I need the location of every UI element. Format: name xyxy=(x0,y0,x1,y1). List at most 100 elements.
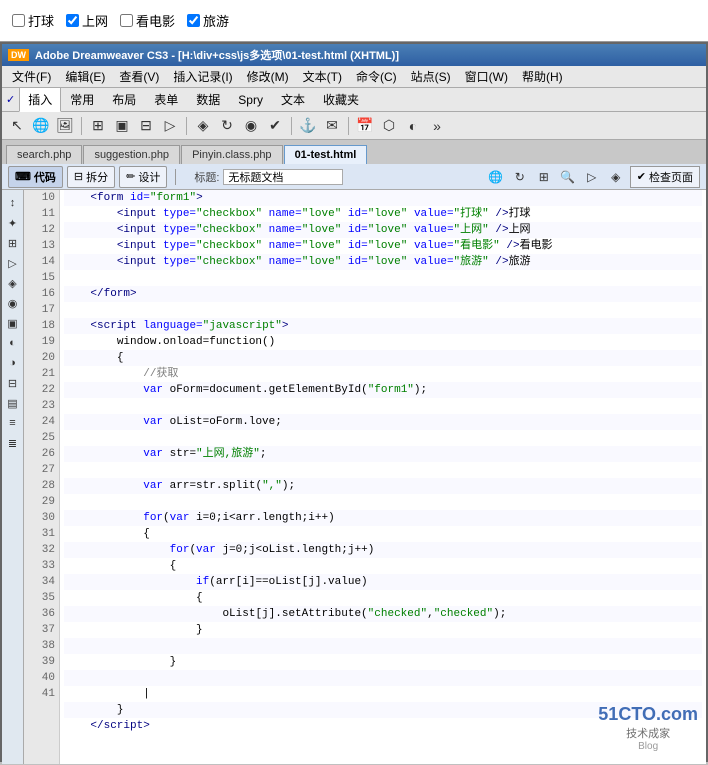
more-icon[interactable]: » xyxy=(426,115,448,137)
dw-logo: DW xyxy=(8,49,29,61)
checkbox-lvyou[interactable]: 旅游 xyxy=(187,11,229,30)
table-icon[interactable]: ⊞ xyxy=(87,115,109,137)
view-design-btn[interactable]: ✏ 设计 xyxy=(119,166,167,188)
split-label: 拆分 xyxy=(86,169,108,185)
tab-favorites[interactable]: 收藏夹 xyxy=(314,87,368,112)
menu-insert[interactable]: 插入记录(I) xyxy=(167,66,238,87)
tab-layout[interactable]: 布局 xyxy=(103,87,145,112)
date-icon[interactable]: 📅 xyxy=(354,115,376,137)
split-icon: ⊟ xyxy=(74,170,83,183)
ln-19: 19 xyxy=(24,334,59,350)
menu-view[interactable]: 查看(V) xyxy=(113,66,165,87)
refresh2-icon[interactable]: ↻ xyxy=(510,167,530,187)
view-code-btn[interactable]: ⌨ 代码 xyxy=(8,166,63,188)
tab-spry[interactable]: Spry xyxy=(229,89,272,111)
tab-01-test-html[interactable]: 01-test.html xyxy=(284,145,368,164)
server-icon[interactable]: ⬡ xyxy=(378,115,400,137)
menu-command[interactable]: 命令(C) xyxy=(350,66,403,87)
ln-23: 23 xyxy=(24,398,59,414)
checkbox-kandianying[interactable]: 看电影 xyxy=(120,11,175,30)
code-text[interactable]: <form id="form1"> <input type="checkbox"… xyxy=(60,190,706,764)
main-area: ↕ ✦ ⊞ ▷ ◈ ◉ ▣ ◐ ◑ ⊟ ▤ ≡ ≣ 10 11 12 13 14 xyxy=(2,190,706,764)
checkbox-kandianying-input[interactable] xyxy=(120,14,133,27)
tab-search-php[interactable]: search.php xyxy=(6,145,82,164)
tab-data[interactable]: 数据 xyxy=(187,87,229,112)
tab-insert[interactable]: 插入 xyxy=(19,87,61,112)
media-icon[interactable]: ▷ xyxy=(159,115,181,137)
check-icon[interactable]: ✔ xyxy=(264,115,286,137)
check-page-label: 检查页面 xyxy=(649,169,693,185)
toolbar-separator-2 xyxy=(186,117,187,135)
preview-icon[interactable]: ◉ xyxy=(240,115,262,137)
menu-help[interactable]: 帮助(H) xyxy=(516,66,569,87)
code-line-36: oList[j].setAttribute("checked","checked… xyxy=(64,606,702,622)
title-text: Adobe Dreamweaver CS3 - [H:\div+css\js多选… xyxy=(35,47,399,63)
sidebar-minus-icon[interactable]: ⊟ xyxy=(4,374,22,392)
widget-icon[interactable]: ◈ xyxy=(192,115,214,137)
layer-icon[interactable]: ⊟ xyxy=(135,115,157,137)
code-line-18: <script language="javascript"> xyxy=(64,318,702,334)
menu-file[interactable]: 文件(F) xyxy=(6,66,57,87)
sidebar-star-icon[interactable]: ✦ xyxy=(4,214,22,232)
preview2-icon[interactable]: ▷ xyxy=(582,167,602,187)
comment2-icon[interactable]: ◐ xyxy=(402,115,424,137)
checkbox-daqiu-input[interactable] xyxy=(12,14,25,27)
browse-icon[interactable]: 🌐 xyxy=(30,115,52,137)
menu-text[interactable]: 文本(T) xyxy=(297,66,348,87)
checkbox-daqiu-label: 打球 xyxy=(28,11,54,30)
sidebar-half-icon[interactable]: ◐ xyxy=(4,334,22,352)
sidebar-square-icon[interactable]: ▣ xyxy=(4,314,22,332)
toolbar-tabs: ✓ 插入 常用 布局 表单 数据 Spry 文本 收藏夹 xyxy=(2,88,706,112)
menu-modify[interactable]: 修改(M) xyxy=(241,66,295,87)
tab-check-icon: ✓ xyxy=(6,93,15,106)
checkbox-daqiu[interactable]: 打球 xyxy=(12,11,54,30)
sidebar-grid-icon[interactable]: ⊞ xyxy=(4,234,22,252)
checkbox-lvyou-label: 旅游 xyxy=(203,11,229,30)
email-icon[interactable]: ✉ xyxy=(321,115,343,137)
title-input[interactable] xyxy=(223,169,343,185)
refresh-icon[interactable]: ↻ xyxy=(216,115,238,137)
view-split-btn[interactable]: ⊟ 拆分 xyxy=(67,166,115,188)
ln-20: 20 xyxy=(24,350,59,366)
code-line-21: //获取 xyxy=(64,366,702,382)
ln-30: 30 xyxy=(24,510,59,526)
code-line-13: <input type="checkbox" name="love" id="l… xyxy=(64,238,702,254)
ln-32: 32 xyxy=(24,542,59,558)
tab-suggestion-php[interactable]: suggestion.php xyxy=(83,145,180,164)
zoom-icon[interactable]: 🔍 xyxy=(558,167,578,187)
code-line-12: <input type="checkbox" name="love" id="l… xyxy=(64,222,702,238)
code-line-34: if(arr[i]==oList[j].value) xyxy=(64,574,702,590)
checkbox-lvyou-input[interactable] xyxy=(187,14,200,27)
ln-22: 22 xyxy=(24,382,59,398)
sidebar-play-icon[interactable]: ▷ xyxy=(4,254,22,272)
tab-form[interactable]: 表单 xyxy=(145,87,187,112)
checkbox-shangwang-input[interactable] xyxy=(66,14,79,27)
pointer-icon[interactable]: ↖ xyxy=(6,115,28,137)
debug-icon[interactable]: ◈ xyxy=(606,167,626,187)
grid-icon[interactable]: ⊞ xyxy=(534,167,554,187)
check-page-btn[interactable]: ✔ 检查页面 xyxy=(630,166,700,188)
sidebar-eq2-icon[interactable]: ≣ xyxy=(4,434,22,452)
tab-pinyin-class-php[interactable]: Pinyin.class.php xyxy=(181,145,283,164)
sidebar-half2-icon[interactable]: ◑ xyxy=(4,354,22,372)
code-line-17 xyxy=(64,302,702,318)
ln-37: 37 xyxy=(24,622,59,638)
menu-bar: 文件(F) 编辑(E) 查看(V) 插入记录(I) 修改(M) 文本(T) 命令… xyxy=(2,66,706,88)
sidebar-eq-icon[interactable]: ≡ xyxy=(4,414,22,432)
frame-icon[interactable]: ▣ xyxy=(111,115,133,137)
ln-38: 38 xyxy=(24,638,59,654)
checkbox-shangwang[interactable]: 上网 xyxy=(66,11,108,30)
sidebar-diamond-icon[interactable]: ◈ xyxy=(4,274,22,292)
sidebar-circle-icon[interactable]: ◉ xyxy=(4,294,22,312)
tab-textmenu[interactable]: 文本 xyxy=(272,87,314,112)
sidebar-lines-icon[interactable]: ▤ xyxy=(4,394,22,412)
menu-site[interactable]: 站点(S) xyxy=(405,66,457,87)
menu-window[interactable]: 窗口(W) xyxy=(459,66,514,87)
sidebar-arrow-icon[interactable]: ↕ xyxy=(4,194,22,212)
image-icon[interactable]: 🖼 xyxy=(54,115,76,137)
menu-edit[interactable]: 编辑(E) xyxy=(59,66,111,87)
tab-common[interactable]: 常用 xyxy=(61,87,103,112)
title-bar: DW Adobe Dreamweaver CS3 - [H:\div+css\j… xyxy=(2,44,706,66)
anchor-icon[interactable]: ⚓ xyxy=(297,115,319,137)
browser-icon[interactable]: 🌐 xyxy=(486,167,506,187)
